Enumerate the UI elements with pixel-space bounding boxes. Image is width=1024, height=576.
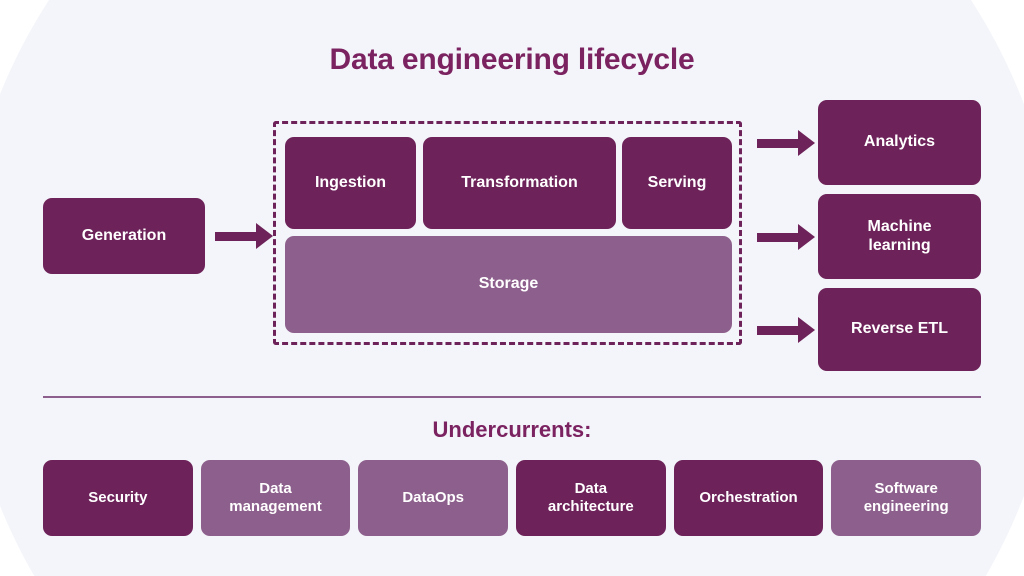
arrow-to-reverse-etl-icon xyxy=(757,317,815,343)
arrow-generation-to-pipeline-icon xyxy=(215,223,273,249)
arrow-head xyxy=(798,317,815,343)
pipeline-stage-serving: Serving xyxy=(622,137,732,229)
undercurrent-security: Security xyxy=(43,460,193,536)
arrow-to-analytics-icon xyxy=(757,130,815,156)
diagram-canvas: Data engineering lifecycle Generation In… xyxy=(0,0,1024,576)
pipeline-stage-transformation: Transformation xyxy=(423,137,616,229)
undercurrent-data-architecture: Data architecture xyxy=(516,460,666,536)
output-box-analytics: Analytics xyxy=(818,100,981,185)
arrow-head xyxy=(798,224,815,250)
arrow-head xyxy=(798,130,815,156)
page-title: Data engineering lifecycle xyxy=(329,43,695,76)
arrow-shaft xyxy=(215,232,257,241)
pipeline-foundation-storage: Storage xyxy=(285,236,732,333)
undercurrent-orchestration: Orchestration xyxy=(673,460,824,536)
undercurrent-data-management: Data management xyxy=(200,460,351,536)
pipeline-stage-ingestion: Ingestion xyxy=(285,137,416,229)
diagram-content-layer: Data engineering lifecycle Generation In… xyxy=(0,0,1024,576)
output-box-reverse-etl: Reverse ETL xyxy=(818,288,981,371)
output-box-machine-learning: Machine learning xyxy=(818,194,981,279)
arrow-to-machine-learning-icon xyxy=(757,224,815,250)
undercurrent-software-engineering: Software engineering xyxy=(831,460,982,536)
undercurrents-heading: Undercurrents: xyxy=(432,417,592,442)
arrow-shaft xyxy=(757,139,799,148)
arrow-shaft xyxy=(757,326,799,335)
arrow-head xyxy=(256,223,273,249)
section-divider xyxy=(43,396,981,398)
generation-box: Generation xyxy=(43,198,205,274)
undercurrents-row: Security Data management DataOps Data ar… xyxy=(43,460,982,536)
arrow-shaft xyxy=(757,233,799,242)
undercurrent-dataops: DataOps xyxy=(358,460,509,536)
